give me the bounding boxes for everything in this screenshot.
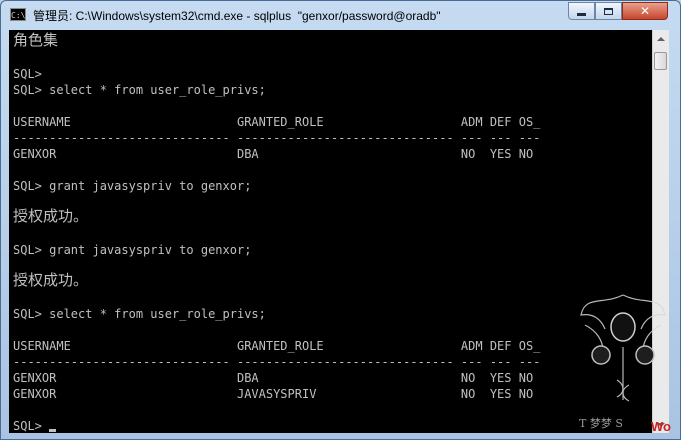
console-line: ------------------------------ ---------…: [13, 131, 541, 145]
scroll-down-button[interactable]: [653, 416, 669, 433]
console-line: 角色集: [13, 31, 59, 49]
console-line: SQL> grant javasyspriv to genxor;: [13, 243, 252, 257]
close-icon: ✕: [639, 4, 651, 18]
console-output[interactable]: 角色集 SQL> SQL> select * from user_role_pr…: [9, 30, 652, 433]
console-line: USERNAME GRANTED_ROLE ADM DEF OS_: [13, 115, 541, 129]
cmd-window: C:\ 管理员: C:\Windows\system32\cmd.exe - s…: [0, 0, 681, 440]
text-cursor: [49, 429, 57, 432]
arrow-down-icon: [657, 422, 665, 427]
console-line: GENXOR DBA NO YES NO: [13, 147, 534, 161]
console-line: SQL>: [13, 67, 42, 81]
arrow-up-icon: [657, 36, 665, 41]
console-line: USERNAME GRANTED_ROLE ADM DEF OS_: [13, 339, 541, 353]
vertical-scrollbar[interactable]: [652, 30, 669, 433]
minimize-button[interactable]: [568, 2, 595, 20]
console-line: SQL> select * from user_role_privs;: [13, 307, 266, 321]
minimize-icon: [577, 12, 586, 16]
console-line: 授权成功。: [13, 207, 89, 225]
close-button[interactable]: ✕: [622, 2, 668, 20]
scrollbar-thumb[interactable]: [654, 52, 667, 70]
title-bar[interactable]: C:\ 管理员: C:\Windows\system32\cmd.exe - s…: [1, 1, 680, 30]
window-title: 管理员: C:\Windows\system32\cmd.exe - sqlpl…: [33, 9, 441, 23]
maximize-icon: [604, 7, 613, 15]
console-line: 授权成功。: [13, 271, 89, 289]
console-line: SQL> select * from user_role_privs;: [13, 83, 266, 97]
console-line: ------------------------------ ---------…: [13, 355, 541, 369]
console-line: SQL> grant javasyspriv to genxor;: [13, 179, 252, 193]
prompt-text: SQL>: [13, 419, 50, 433]
cmd-app-icon[interactable]: C:\: [10, 8, 26, 21]
prompt-line: SQL>: [13, 418, 57, 433]
maximize-button[interactable]: [595, 2, 622, 20]
console-line: GENXOR DBA NO YES NO: [13, 371, 534, 385]
console-line: GENXOR JAVASYSPRIV NO YES NO: [13, 387, 534, 401]
scroll-up-button[interactable]: [653, 30, 669, 47]
